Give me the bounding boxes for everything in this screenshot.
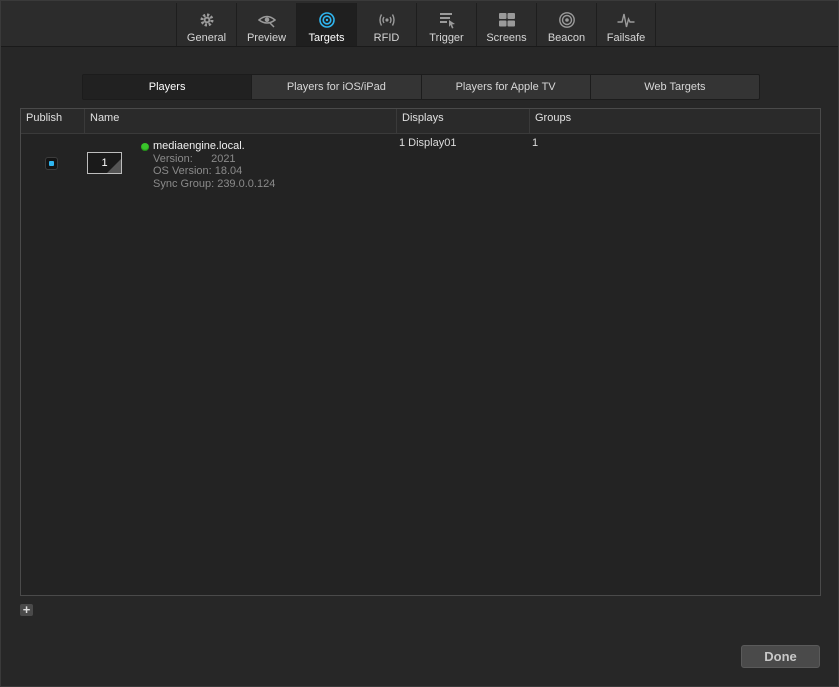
tab-beacon[interactable]: Beacon bbox=[536, 3, 596, 46]
player-os-version: OS Version: 18.04 bbox=[153, 165, 243, 177]
column-groups[interactable]: Groups bbox=[530, 109, 820, 133]
tab-general[interactable]: General bbox=[176, 3, 236, 46]
player-displays: 1 Display01 bbox=[399, 137, 457, 149]
tab-targets-label: Targets bbox=[308, 32, 345, 44]
tab-trigger-label: Trigger bbox=[429, 32, 464, 44]
player-number-value: 1 bbox=[101, 157, 108, 169]
column-publish[interactable]: Publish bbox=[21, 109, 85, 133]
tab-failsafe-label: Failsafe bbox=[606, 32, 646, 44]
tab-web-targets[interactable]: Web Targets bbox=[589, 75, 759, 99]
target-icon bbox=[318, 12, 335, 28]
column-displays[interactable]: Displays bbox=[397, 109, 530, 133]
tab-preview-label: Preview bbox=[246, 32, 287, 44]
tab-screens[interactable]: Screens bbox=[476, 3, 536, 46]
screens-icon bbox=[498, 13, 515, 27]
add-player-button[interactable]: + bbox=[20, 603, 33, 616]
trigger-icon bbox=[439, 13, 455, 29]
tab-failsafe[interactable]: Failsafe bbox=[596, 3, 656, 46]
toolbar-group: General Preview Targets RFID Trigger Scr… bbox=[176, 3, 656, 46]
tab-screens-label: Screens bbox=[486, 32, 527, 44]
player-version: Version: 2021 bbox=[153, 153, 236, 165]
rfid-icon bbox=[378, 14, 395, 26]
tab-rfid-label: RFID bbox=[373, 32, 400, 44]
targets-window: General Preview Targets RFID Trigger Scr… bbox=[0, 0, 839, 687]
beacon-icon bbox=[558, 12, 575, 28]
tab-preview[interactable]: Preview bbox=[236, 3, 296, 46]
tab-targets[interactable]: Targets bbox=[296, 3, 356, 46]
failsafe-icon bbox=[617, 13, 635, 28]
publish-checkbox[interactable] bbox=[45, 157, 58, 170]
tab-rfid[interactable]: RFID bbox=[356, 3, 416, 46]
done-button[interactable]: Done bbox=[741, 645, 820, 668]
gear-icon bbox=[200, 13, 213, 27]
tab-players-ios-ipad[interactable]: Players for iOS/iPad bbox=[251, 75, 421, 99]
column-name[interactable]: Name bbox=[85, 109, 397, 133]
tab-players-apple-tv[interactable]: Players for Apple TV bbox=[420, 75, 590, 99]
table-header: Publish Name Displays Groups bbox=[21, 109, 820, 134]
tab-beacon-label: Beacon bbox=[547, 32, 586, 44]
tab-players[interactable]: Players bbox=[83, 75, 252, 99]
player-groups: 1 bbox=[532, 137, 539, 149]
player-sync-group: Sync Group: 239.0.0.124 bbox=[153, 178, 276, 190]
player-number-field[interactable]: 1 bbox=[87, 152, 122, 174]
tab-general-label: General bbox=[186, 32, 227, 44]
player-hostname: mediaengine.local. bbox=[153, 140, 245, 152]
toolbar: General Preview Targets RFID Trigger Scr… bbox=[1, 1, 838, 47]
table-row[interactable]: 1 mediaengine.local. Version: 2021 OS Ve… bbox=[21, 134, 820, 194]
players-table: Publish Name Displays Groups 1 mediaengi… bbox=[20, 108, 821, 596]
status-online-icon bbox=[141, 143, 149, 151]
eye-icon bbox=[257, 15, 276, 28]
tab-trigger[interactable]: Trigger bbox=[416, 3, 476, 46]
player-type-tabs: Players Players for iOS/iPad Players for… bbox=[82, 74, 760, 100]
